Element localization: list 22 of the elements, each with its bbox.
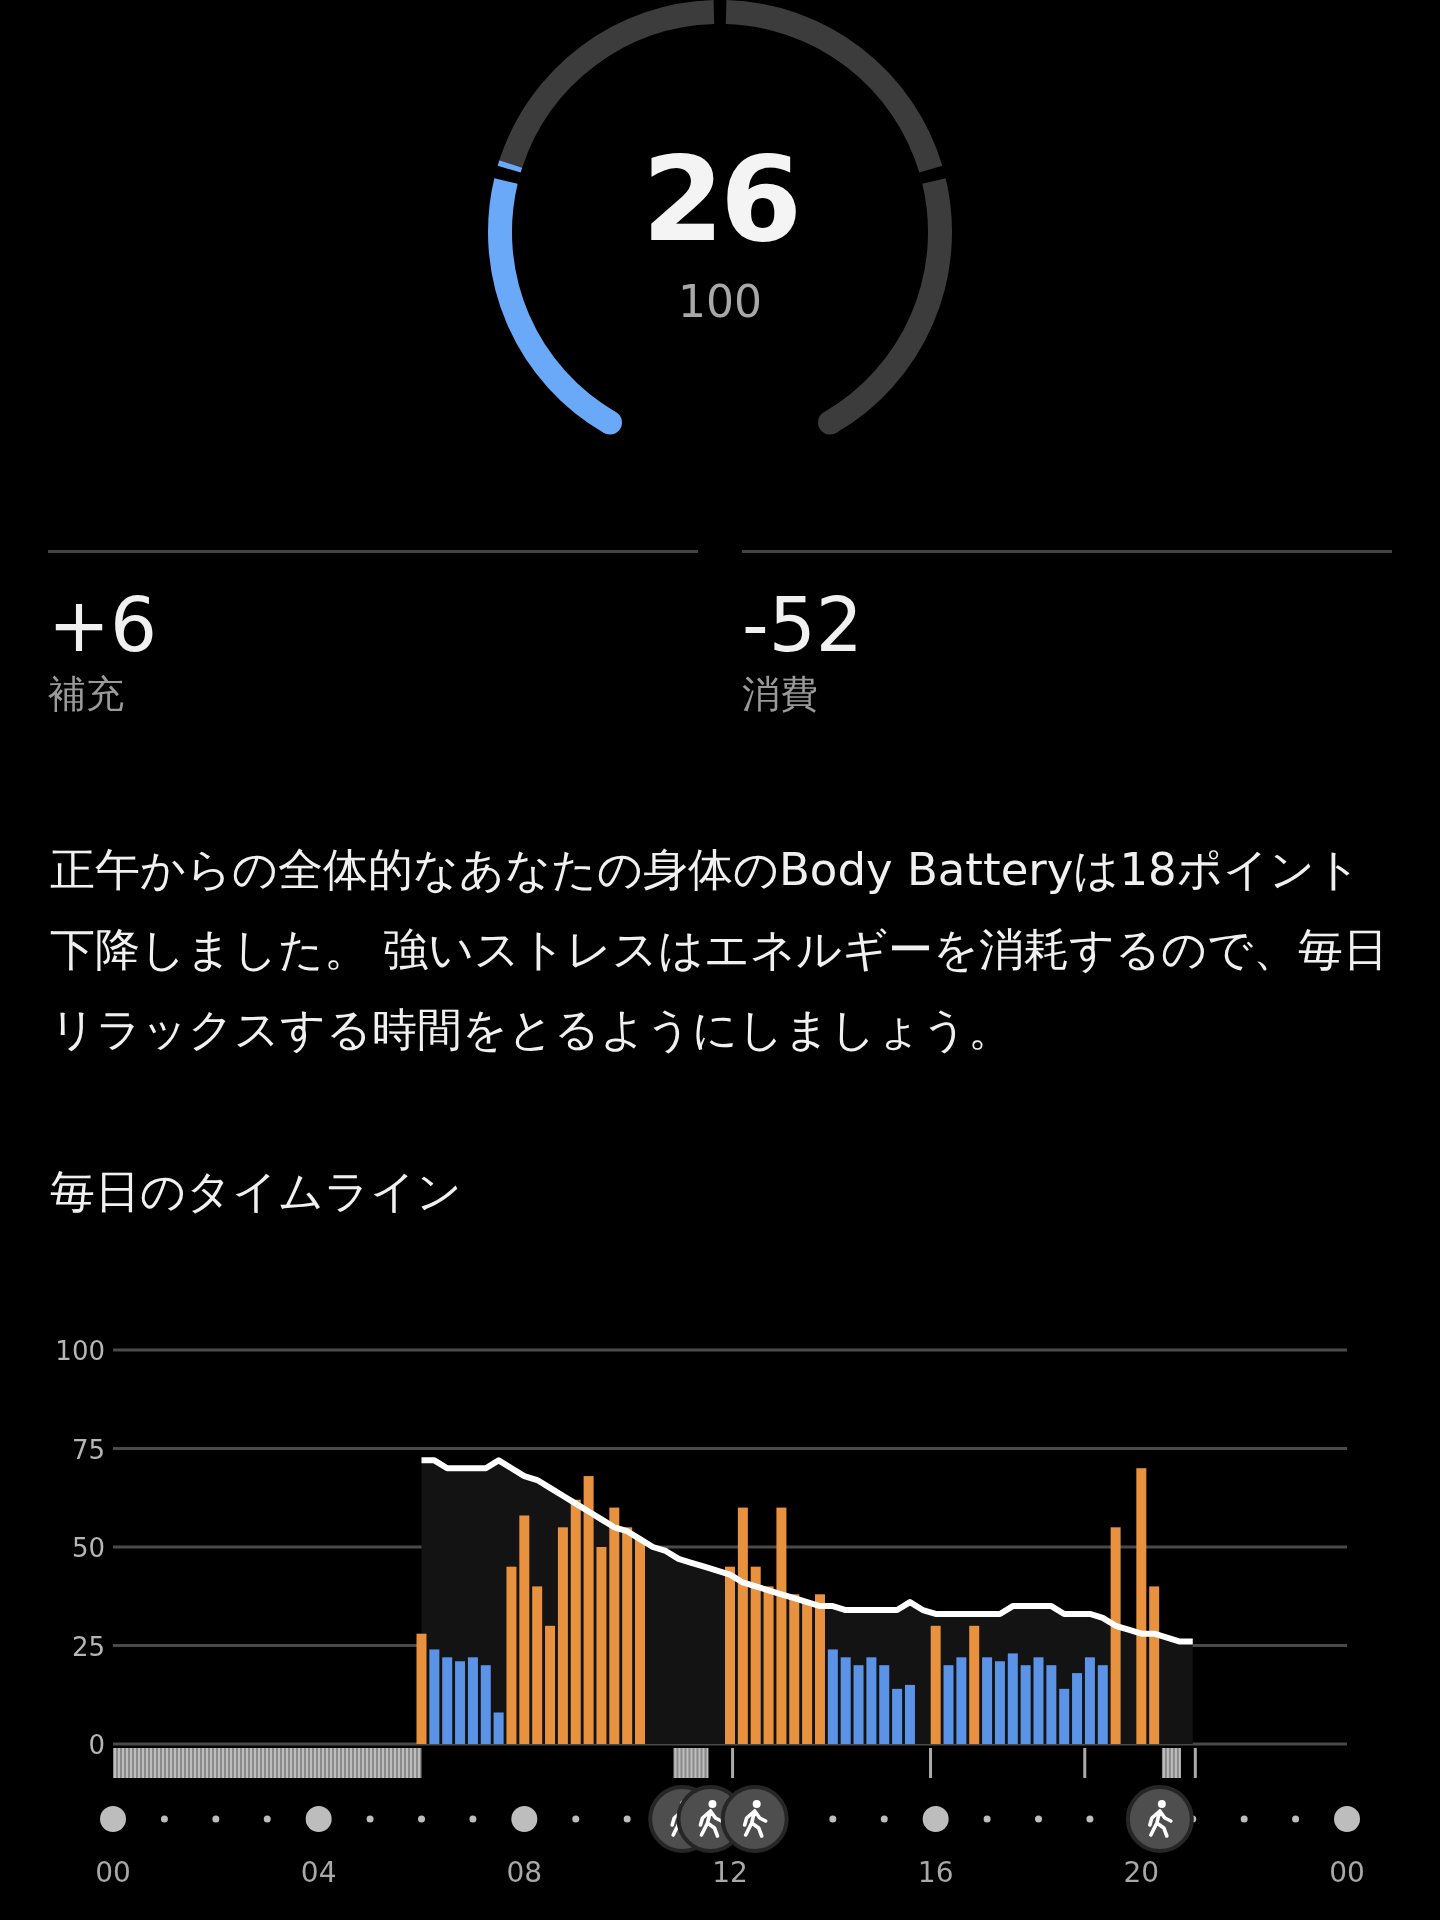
gauge-value: 26: [640, 140, 800, 258]
axis-label: 0: [88, 1729, 105, 1760]
stat-value: -52: [742, 585, 864, 667]
axis-label: 00: [1329, 1855, 1365, 1889]
section-title: 毎日のタイムライン: [50, 1163, 463, 1220]
stat-label: 消費: [742, 671, 819, 719]
stat-label: 補充: [48, 671, 125, 719]
walking-icon: [720, 1784, 789, 1853]
axis-label: 25: [71, 1631, 105, 1662]
axis-label: 75: [71, 1434, 105, 1465]
summary-text: 正午からの全体的なあなたの身体のBody Batteryは18ポイント下降しました。 強いストレスはエネルギーを消耗するので、毎日リラックスする時間をとるようにしましょう。: [50, 841, 1390, 1058]
axis-label: 50: [71, 1532, 105, 1563]
axis-label: 20: [1123, 1855, 1160, 1889]
stat-value: +6: [48, 585, 159, 667]
axis-label: 16: [917, 1855, 954, 1889]
axis-label: 08: [506, 1855, 543, 1889]
gauge-max: 100: [677, 280, 763, 324]
axis-label: 100: [55, 1335, 105, 1366]
walking-icon: [1125, 1784, 1194, 1853]
axis-label: 00: [95, 1855, 131, 1889]
axis-label: 12: [712, 1855, 748, 1889]
axis-label: 04: [300, 1855, 337, 1889]
